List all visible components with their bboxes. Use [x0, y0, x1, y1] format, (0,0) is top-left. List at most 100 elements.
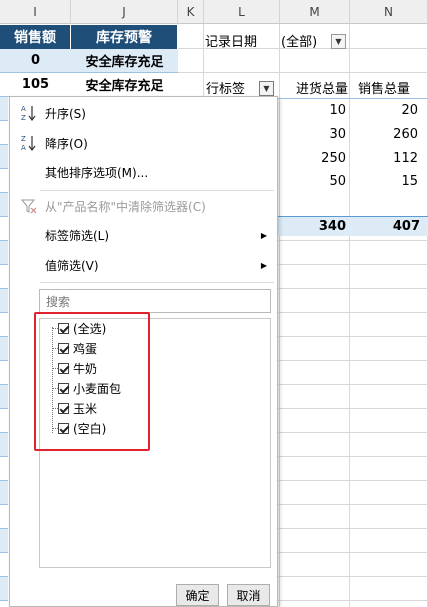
filter-dropdown-menu: AZ 升序(S) ZA 降序(O) 其他排序选项(M)... 从"产品名称"中清… [9, 96, 278, 607]
menu-sort-ascending[interactable]: AZ 升序(S) [10, 100, 277, 126]
table-header-label: 库存预警 [96, 30, 152, 46]
cell-value: 安全库存充足 [85, 79, 164, 94]
table-cell-warning[interactable]: 安全库存充足 [71, 49, 178, 73]
pivot-row-label-text: 行标签 [206, 82, 246, 97]
cell-value: 安全库存充足 [85, 55, 164, 70]
svg-text:A: A [21, 105, 26, 113]
pivot-row-filter-button[interactable]: ▼ [259, 81, 274, 96]
menu-item-label: 升序(S) [45, 106, 86, 121]
menu-item-label: 其他排序选项(M)... [45, 165, 149, 180]
chevron-down-icon: ▼ [263, 84, 270, 93]
svg-text:A: A [21, 144, 26, 152]
menu-value-filter[interactable]: 值筛选(V) ▶ [10, 252, 277, 278]
column-header-j[interactable]: J [71, 0, 178, 24]
table-stub-cell [0, 433, 8, 457]
table-stub-cell [0, 481, 8, 505]
menu-separator [40, 190, 274, 191]
grid-row-line [278, 600, 428, 601]
pivot-value-out: 20 [401, 103, 418, 118]
column-header-label: L [238, 4, 245, 19]
table-cell-sales[interactable]: 105 [0, 73, 71, 97]
table-header-sales[interactable]: 销售额 [0, 25, 71, 49]
pivot-filter-dropdown[interactable]: ▼ [331, 34, 346, 49]
ok-button[interactable]: 确定 [176, 584, 219, 606]
search-placeholder: 搜索 [46, 294, 71, 309]
table-stub-cell [0, 457, 8, 481]
pivot-col1-header: 进货总量 [280, 77, 350, 99]
pivot-value-out: 15 [401, 174, 418, 189]
table-stub-cell [0, 289, 8, 313]
menu-label-filter[interactable]: 标签筛选(L) ▶ [10, 222, 277, 248]
menu-item-label: 降序(O) [45, 136, 88, 151]
column-header-m[interactable]: M [280, 0, 350, 24]
table-stub-cell [0, 169, 8, 193]
search-input[interactable]: 搜索 [39, 289, 271, 313]
grid-row-line [278, 288, 428, 289]
table-stub-cell [0, 577, 8, 601]
column-header-label: K [186, 4, 195, 19]
pivot-col1-label: 进货总量 [295, 82, 348, 97]
pivot-value-out: 112 [393, 151, 418, 166]
pivot-filter-field: 记录日期 [205, 31, 257, 50]
grid-row-line [278, 528, 428, 529]
grid-row-line [278, 384, 428, 385]
pivot-col2-label: 销售总量 [357, 82, 410, 97]
pivot-filter-value: (全部) [281, 31, 317, 50]
table-cell-warning[interactable]: 安全库存充足 [71, 73, 178, 97]
pivot-total-out-value: 407 [392, 219, 420, 234]
pivot-value-out: 260 [393, 127, 418, 142]
table-stub-cell [0, 97, 8, 121]
table-header-label: 销售额 [14, 30, 56, 46]
pivot-value-in: 10 [329, 103, 346, 118]
column-header-k[interactable]: K [178, 0, 204, 24]
menu-sort-descending[interactable]: ZA 降序(O) [10, 130, 277, 156]
menu-clear-filter: 从"产品名称"中清除筛选器(C) [10, 193, 277, 219]
column-header-l[interactable]: L [204, 0, 280, 24]
chevron-right-icon: ▶ [260, 230, 267, 240]
pivot-value-in: 50 [329, 174, 346, 189]
sort-az-icon: AZ [20, 103, 38, 123]
svg-text:Z: Z [21, 114, 26, 122]
table-stub-cell [0, 217, 8, 241]
table-stub-cell [0, 361, 8, 385]
chevron-down-icon: ▼ [335, 37, 342, 46]
column-header-label: J [122, 4, 126, 19]
grid-row-line [178, 72, 428, 73]
table-stub-cell [0, 241, 8, 265]
table-stub-cell [0, 409, 8, 433]
menu-item-label: 值筛选(V) [45, 258, 99, 273]
spreadsheet-window: I J K L M N 销售额 库存预警 0 安全库存充足 105 安全库存充足 [0, 0, 428, 607]
grid-row-line [278, 312, 428, 313]
grid-row-line [278, 264, 428, 265]
grid-row-line [278, 504, 428, 505]
grid-row-line [278, 552, 428, 553]
table-header-warning[interactable]: 库存预警 [71, 25, 178, 49]
grid-row-line [278, 432, 428, 433]
table-cell-sales[interactable]: 0 [0, 49, 71, 73]
column-header-n[interactable]: N [350, 0, 428, 24]
table-stub-cell [0, 193, 8, 217]
cell-value: 105 [21, 77, 50, 92]
menu-more-sort-options[interactable]: 其他排序选项(M)... [10, 159, 277, 185]
table-stub-cell [0, 313, 8, 337]
menu-separator [40, 282, 274, 283]
table-stub-cell [0, 337, 8, 361]
table-stub-cell [0, 121, 8, 145]
menu-item-label: 从"产品名称"中清除筛选器(C) [45, 199, 206, 214]
button-label: 取消 [236, 588, 261, 603]
grid-row-line [278, 336, 428, 337]
cancel-button[interactable]: 取消 [227, 584, 270, 606]
column-header-label: N [384, 4, 393, 19]
column-header-i[interactable]: I [0, 0, 71, 24]
highlight-annotation-box [34, 312, 150, 451]
pivot-filter-label: 记录日期 [205, 35, 258, 50]
table-stub-cell [0, 145, 8, 169]
grid-row-line [278, 360, 428, 361]
pivot-value-in: 30 [329, 127, 346, 142]
grid-row-line [278, 240, 428, 241]
column-header-label: I [33, 4, 37, 19]
table-stub-cell [0, 385, 8, 409]
menu-item-label: 标签筛选(L) [45, 228, 110, 243]
sort-za-icon: ZA [20, 133, 38, 153]
table-stub-cell [0, 529, 8, 553]
